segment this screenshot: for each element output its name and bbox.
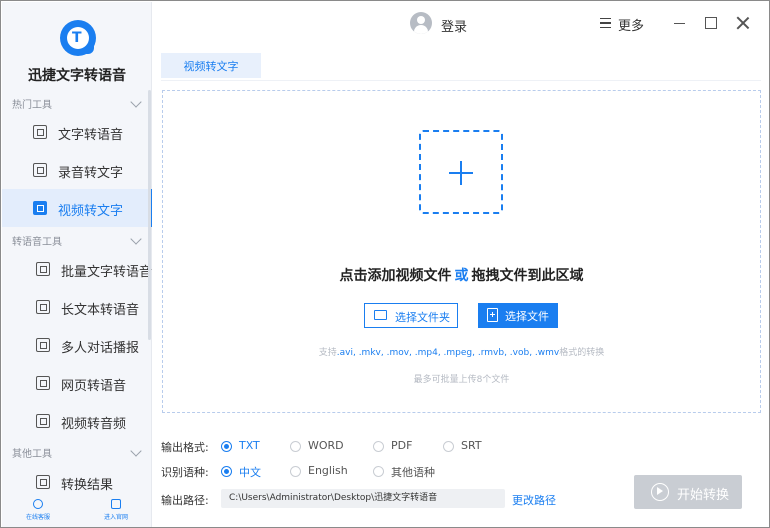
user-avatar-icon[interactable] bbox=[410, 12, 432, 34]
video-to-text-icon bbox=[33, 201, 47, 215]
chevron-down-icon bbox=[130, 445, 142, 457]
batch-text-icon bbox=[36, 262, 50, 276]
official-site-link[interactable]: 进入官网 bbox=[91, 499, 141, 521]
sidebar-item-webpage[interactable]: 网页转语音 bbox=[2, 364, 152, 402]
change-path-link[interactable]: 更改路径 bbox=[512, 492, 556, 508]
select-file-label: 选择文件 bbox=[505, 310, 549, 323]
formats-prefix: 支持 bbox=[318, 348, 337, 358]
sidebar-item-recording-to-text[interactable]: 录音转文字 bbox=[2, 151, 152, 189]
group-other-tools[interactable]: 其他工具 bbox=[12, 445, 142, 461]
formats-list: .avi, .mkv, .mov, .mp4, .mpeg, .rmvb, .v… bbox=[336, 348, 560, 358]
chevron-down-icon bbox=[130, 96, 142, 108]
close-icon[interactable] bbox=[736, 16, 750, 30]
start-convert-label: 开始转换 bbox=[677, 488, 730, 503]
radio-unchecked-icon bbox=[373, 441, 384, 452]
formats-suffix: 格式的转换 bbox=[559, 348, 605, 358]
add-file-plus-icon[interactable] bbox=[419, 130, 503, 214]
radio-unchecked-icon bbox=[290, 466, 301, 477]
app-title: 迅捷文字转语音 bbox=[28, 68, 126, 84]
sidebar-item-video-to-text[interactable]: 视频转文字 bbox=[2, 189, 152, 227]
text-to-speech-icon bbox=[33, 125, 47, 139]
upload-limit-note: 最多可批量上传8个文件 bbox=[413, 375, 510, 385]
tab-video-to-text[interactable]: 视频转文字 bbox=[161, 53, 261, 80]
sidebar-item-label: 文字转语音 bbox=[58, 128, 124, 143]
start-convert-button[interactable]: 开始转换 bbox=[634, 475, 742, 509]
sidebar-item-label: 转换结果 bbox=[61, 478, 114, 493]
chevron-down-icon bbox=[130, 233, 142, 245]
sidebar-item-label: 录音转文字 bbox=[58, 166, 124, 181]
sidebar-item-batch-text[interactable]: 批量文字转语音 bbox=[2, 250, 152, 288]
group-label: 其他工具 bbox=[12, 449, 52, 460]
language-option-label: English bbox=[308, 464, 348, 477]
drop-zone-title: 点击添加视频文件或拖拽文件到此区域 bbox=[163, 265, 760, 285]
radio-checked-icon bbox=[221, 466, 232, 477]
sidebar-item-label: 视频转音频 bbox=[61, 417, 127, 432]
online-service-label: 在线客服 bbox=[25, 514, 50, 521]
sidebar-item-label: 多人对话播报 bbox=[61, 341, 140, 356]
language-label: 识别语种: bbox=[161, 466, 209, 479]
sidebar-item-label: 视频转文字 bbox=[58, 204, 124, 219]
output-path-field[interactable]: C:\Users\Administrator\Desktop\迅捷文字转语音 bbox=[221, 489, 505, 508]
radio-unchecked-icon bbox=[443, 441, 454, 452]
language-option-label: 其他语种 bbox=[391, 466, 435, 479]
format-option-label: PDF bbox=[391, 439, 413, 452]
output-path-label: 输出路径: bbox=[161, 494, 209, 507]
tab-divider bbox=[161, 80, 761, 81]
group-hot-tools[interactable]: 热门工具 bbox=[12, 96, 142, 112]
select-folder-label: 选择文件夹 bbox=[395, 311, 450, 324]
select-folder-button[interactable]: 选择文件夹 bbox=[364, 303, 458, 328]
add-file-icon bbox=[487, 308, 498, 322]
drop-title-right: 拖拽文件到此区域 bbox=[471, 268, 584, 284]
sidebar-item-long-text[interactable]: 长文本转语音 bbox=[2, 288, 152, 326]
format-option-label: TXT bbox=[239, 439, 260, 452]
folder-icon bbox=[374, 310, 387, 320]
online-service-link[interactable]: 在线客服 bbox=[13, 499, 63, 521]
minimize-icon[interactable] bbox=[674, 23, 685, 25]
format-option-label: WORD bbox=[308, 439, 344, 452]
sidebar-bottom-links: 在线客服 进入官网 bbox=[2, 497, 152, 527]
radio-unchecked-icon bbox=[373, 466, 384, 477]
result-icon bbox=[36, 475, 50, 489]
sidebar-item-label: 长文本转语音 bbox=[61, 303, 140, 318]
headset-icon bbox=[33, 499, 43, 509]
maximize-icon[interactable] bbox=[705, 17, 717, 29]
sidebar-scrollbar[interactable] bbox=[148, 90, 151, 340]
sidebar-item-dialogue[interactable]: 多人对话播报 bbox=[2, 326, 152, 364]
menu-icon[interactable] bbox=[600, 18, 611, 28]
supported-formats: 支持.avi, .mkv, .mov, .mp4, .mpeg, .rmvb, … bbox=[163, 345, 760, 358]
login-button[interactable]: 登录 bbox=[441, 16, 467, 35]
sidebar-item-label: 批量文字转语音 bbox=[61, 265, 153, 280]
dialogue-icon bbox=[36, 338, 50, 352]
sidebar-item-video-to-audio[interactable]: 视频转音频 bbox=[2, 402, 152, 440]
radio-checked-icon bbox=[221, 441, 232, 452]
video-to-audio-icon bbox=[36, 414, 50, 428]
sidebar-item-result[interactable]: 转换结果 bbox=[2, 463, 152, 501]
group-tts-tools[interactable]: 转语音工具 bbox=[12, 233, 142, 249]
drop-title-or: 或 bbox=[454, 268, 469, 284]
more-button[interactable]: 更多 bbox=[618, 15, 644, 34]
app-logo-icon: T bbox=[60, 20, 96, 56]
webpage-icon bbox=[36, 376, 50, 390]
long-text-icon bbox=[36, 300, 50, 314]
radio-unchecked-icon bbox=[290, 441, 301, 452]
language-option-label: 中文 bbox=[239, 466, 261, 479]
monitor-icon bbox=[111, 499, 121, 509]
top-bar: 登录 更多 bbox=[153, 2, 769, 48]
file-drop-zone[interactable]: 点击添加视频文件或拖拽文件到此区域 选择文件夹 选择文件 支持.avi, .mk… bbox=[162, 90, 761, 413]
play-icon bbox=[651, 483, 669, 501]
output-format-label: 输出格式: bbox=[161, 441, 209, 454]
output-format-row: 输出格式: TXT WORD PDF SRT bbox=[161, 436, 761, 456]
group-label: 热门工具 bbox=[12, 100, 52, 111]
format-option-label: SRT bbox=[461, 439, 482, 452]
drop-title-left: 点击添加视频文件 bbox=[339, 268, 452, 284]
sidebar-item-label: 网页转语音 bbox=[61, 379, 127, 394]
sidebar-item-text-to-speech[interactable]: 文字转语音 bbox=[2, 113, 152, 151]
app-window: T 迅捷文字转语音 热门工具 文字转语音 录音转文字 视频转文字 转语音工具 批… bbox=[0, 0, 770, 528]
select-file-button[interactable]: 选择文件 bbox=[478, 303, 558, 328]
recording-to-text-icon bbox=[33, 163, 47, 177]
sidebar: T 迅捷文字转语音 热门工具 文字转语音 录音转文字 视频转文字 转语音工具 批… bbox=[2, 2, 152, 527]
group-label: 转语音工具 bbox=[12, 237, 62, 248]
official-site-label: 进入官网 bbox=[103, 514, 128, 521]
